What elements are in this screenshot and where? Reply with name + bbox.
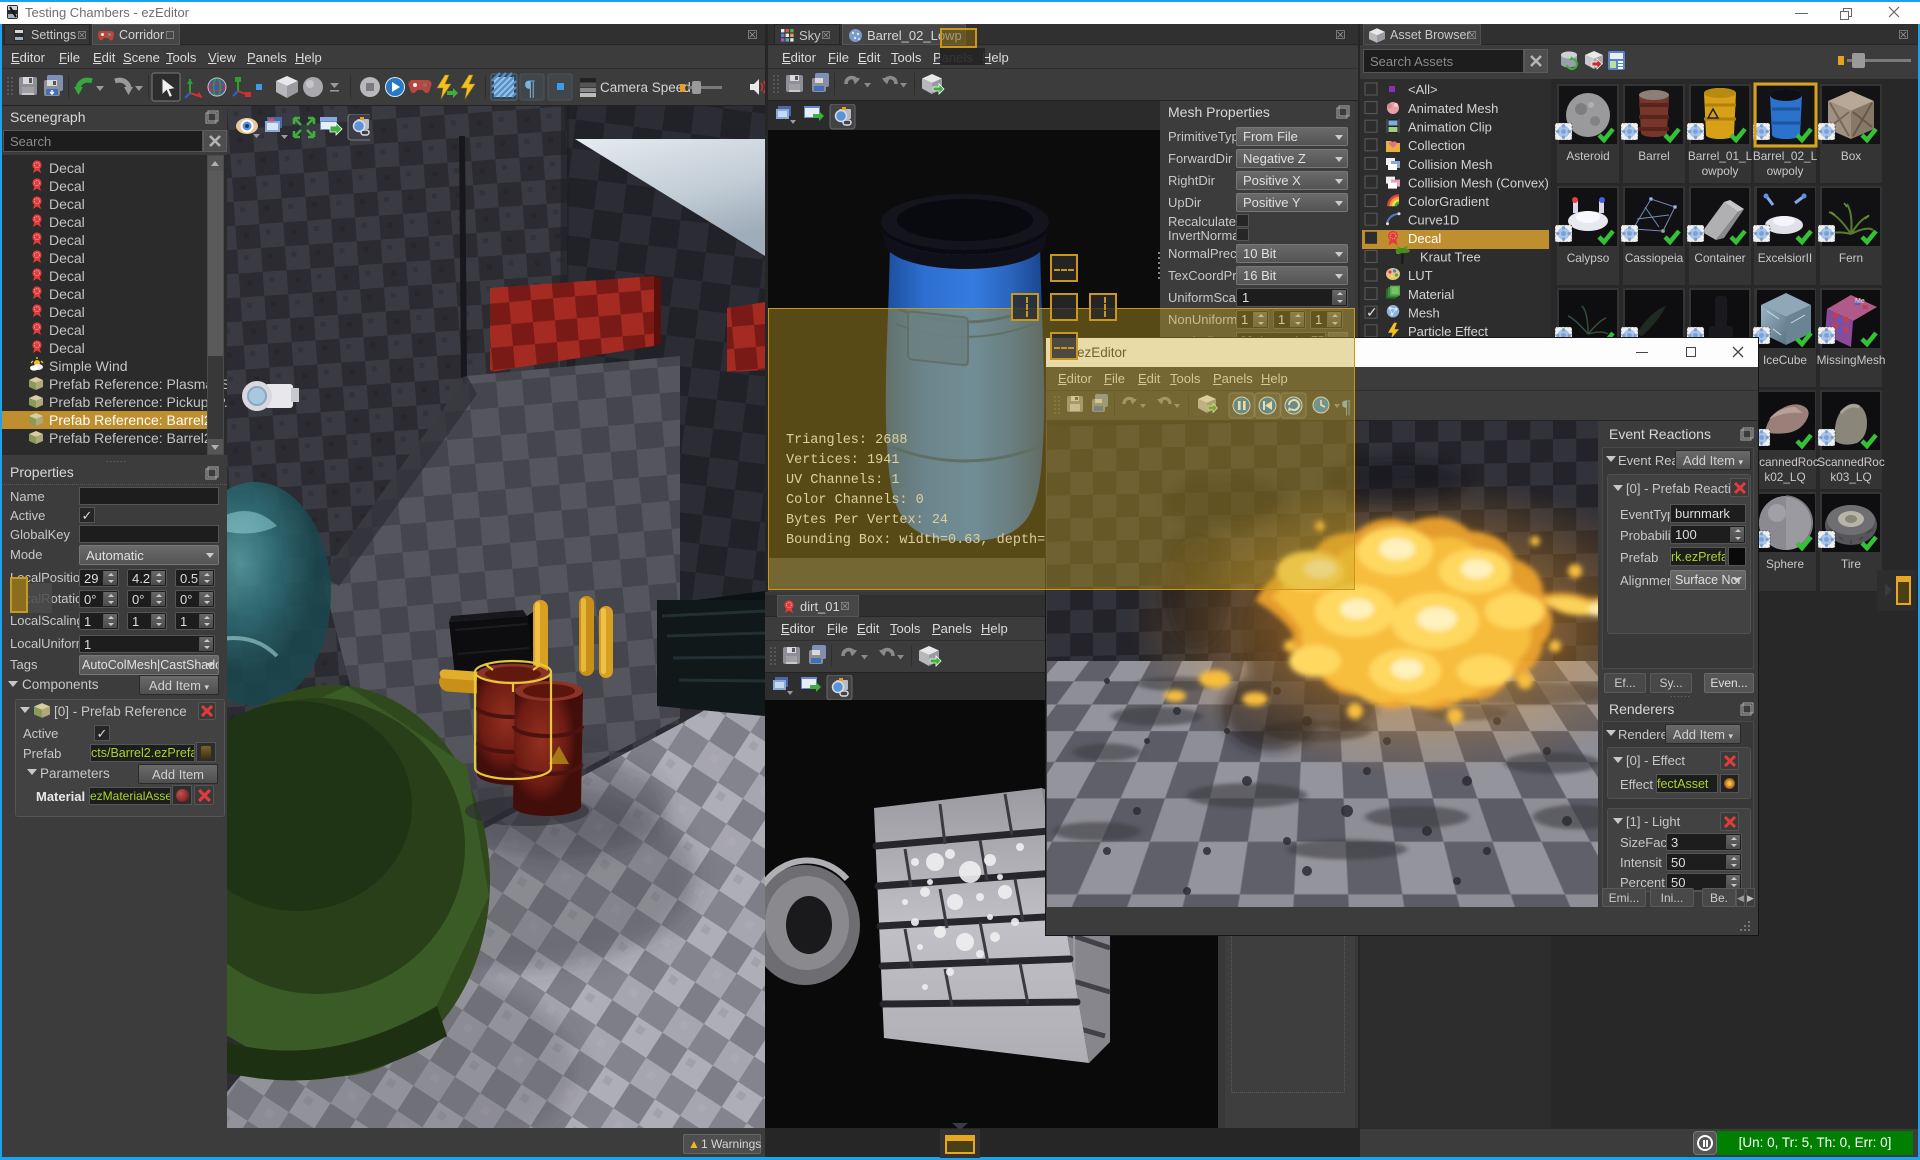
svg-text:ExcelsiorII: ExcelsiorII <box>1758 251 1812 265</box>
svg-text:Container: Container <box>1694 251 1745 265</box>
svg-text:Collision Mesh (Convex): Collision Mesh (Convex) <box>1408 175 1549 190</box>
svg-text:Fern: Fern <box>1839 251 1863 265</box>
svg-text:Box: Box <box>1841 149 1861 163</box>
svg-text:Prefab Reference: Pickup_P...: Prefab Reference: Pickup_P... <box>49 394 227 410</box>
svg-text:Decal: Decal <box>1408 231 1441 246</box>
svg-text:Sphere: Sphere <box>1766 557 1804 571</box>
svg-text:Decal: Decal <box>49 304 85 320</box>
svg-text:k03_LQ: k03_LQ <box>1830 470 1871 484</box>
svg-text:Decal: Decal <box>49 268 85 284</box>
svg-text:ColorGradient: ColorGradient <box>1408 194 1489 209</box>
svg-text:Decal: Decal <box>49 250 85 266</box>
svg-text:MissingMesh: MissingMesh <box>1817 353 1886 367</box>
svg-text:Decal: Decal <box>49 214 85 230</box>
svg-text:Decal: Decal <box>49 160 85 176</box>
svg-text:Decal: Decal <box>49 232 85 248</box>
svg-text:Decal: Decal <box>49 178 85 194</box>
svg-text:Barrel_02_L: Barrel_02_L <box>1753 149 1818 163</box>
svg-text:Cassiopeia: Cassiopeia <box>1625 251 1684 265</box>
svg-text:Prefab Reference: Plasma_S...: Prefab Reference: Plasma_S... <box>49 376 227 392</box>
svg-text:¶: ¶ <box>1342 397 1351 418</box>
svg-text:Barrel: Barrel <box>1638 149 1669 163</box>
svg-text:Prefab Reference: Barrel2: Prefab Reference: Barrel2 <box>49 412 212 428</box>
svg-text:LUT: LUT <box>1408 268 1433 283</box>
svg-text:Curve1D: Curve1D <box>1408 213 1459 228</box>
svg-text:Decal: Decal <box>49 340 85 356</box>
svg-text:Camera Speed: Camera Speed <box>600 80 691 95</box>
svg-text:IceCube: IceCube <box>1763 353 1807 367</box>
svg-text:k02_LQ: k02_LQ <box>1764 470 1805 484</box>
svg-text:ScannedRoc: ScannedRoc <box>1751 455 1819 469</box>
svg-text:Simple Wind: Simple Wind <box>49 358 128 374</box>
svg-text:Collision Mesh: Collision Mesh <box>1408 157 1493 172</box>
svg-text:Decal: Decal <box>49 286 85 302</box>
svg-text:owpoly: owpoly <box>1702 164 1739 178</box>
svg-text:<All>: <All> <box>1408 82 1438 97</box>
svg-text:Asteroid: Asteroid <box>1566 149 1609 163</box>
svg-text:Me: Me <box>1855 298 1865 305</box>
svg-text:Collection: Collection <box>1408 138 1465 153</box>
svg-text:Kraut Tree: Kraut Tree <box>1420 250 1481 265</box>
svg-text:ScannedRoc: ScannedRoc <box>1817 455 1885 469</box>
svg-text:✓: ✓ <box>1366 304 1378 320</box>
svg-text:owpoly: owpoly <box>1767 164 1804 178</box>
svg-text:Material: Material <box>1408 287 1454 302</box>
svg-text:Tire: Tire <box>1841 557 1861 571</box>
svg-text:¶: ¶ <box>525 75 535 100</box>
svg-text:Animation Clip: Animation Clip <box>1408 120 1492 135</box>
svg-text:Mesh: Mesh <box>1408 305 1440 320</box>
svg-text:Decal: Decal <box>49 196 85 212</box>
svg-text:Prefab Reference: Barrel2: Prefab Reference: Barrel2 <box>49 430 212 446</box>
svg-text:Barrel_01_L: Barrel_01_L <box>1688 149 1753 163</box>
svg-text:Calypso: Calypso <box>1567 251 1610 265</box>
svg-text:Animated Mesh: Animated Mesh <box>1408 101 1498 116</box>
svg-text:Decal: Decal <box>49 322 85 338</box>
